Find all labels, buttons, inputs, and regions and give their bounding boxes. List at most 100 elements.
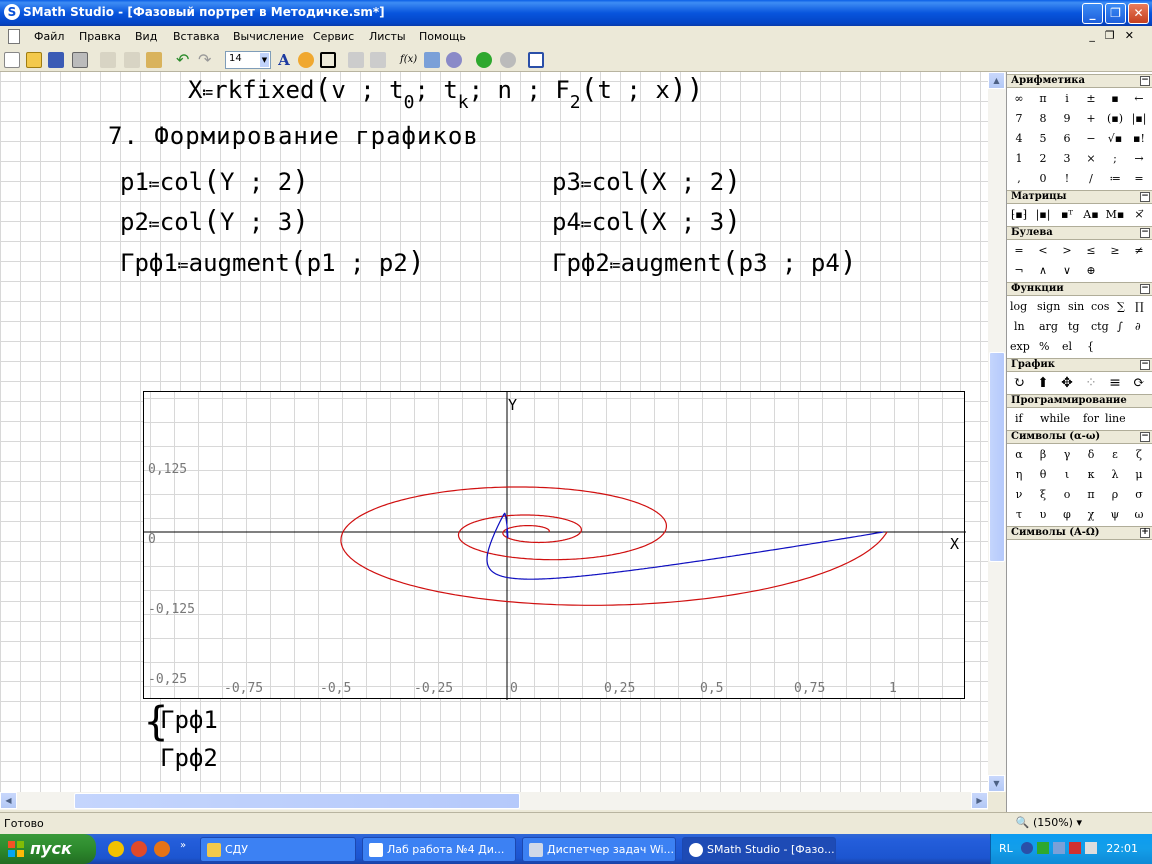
greek-key-21[interactable]: χ <box>1079 505 1103 525</box>
arith-key-11[interactable]: |▪| <box>1127 109 1151 129</box>
sum-icon[interactable]: ∑ <box>1117 297 1125 317</box>
tray-icon[interactable] <box>1037 842 1049 854</box>
greek-key-3[interactable]: δ <box>1079 445 1103 465</box>
palette-icon[interactable] <box>298 52 314 68</box>
scroll-up-icon[interactable]: ▲ <box>988 72 1005 89</box>
arith-key-14[interactable]: 6 <box>1055 129 1079 149</box>
paste-icon[interactable] <box>146 52 162 68</box>
bool-key-0[interactable]: = <box>1007 241 1031 261</box>
task-manager[interactable]: Диспетчер задач Wi... <box>522 837 676 862</box>
plot-item-graph2[interactable]: Грф2 <box>160 744 218 772</box>
panel-header-arithmetic[interactable]: Арифметика − <box>1007 74 1152 88</box>
menu-insert[interactable]: Вставка <box>173 30 220 43</box>
copy-icon[interactable] <box>124 52 140 68</box>
stop-icon[interactable] <box>500 52 516 68</box>
points-icon[interactable]: ⁘ <box>1079 373 1103 393</box>
arith-key-27[interactable]: / <box>1079 169 1103 189</box>
collapse-icon[interactable]: − <box>1140 360 1150 370</box>
func-tg[interactable]: tg <box>1068 317 1079 337</box>
document-window-controls[interactable]: _❐✕ <box>1089 29 1144 42</box>
undo-icon[interactable]: ↶ <box>176 52 192 68</box>
arith-key-4[interactable]: ▪ <box>1103 89 1127 109</box>
greek-key-19[interactable]: υ <box>1031 505 1055 525</box>
print-icon[interactable] <box>72 52 88 68</box>
align-icon[interactable] <box>348 52 364 68</box>
pan-icon[interactable]: ✥ <box>1055 373 1079 393</box>
panel-header-plot[interactable]: График − <box>1007 358 1152 372</box>
integral-icon[interactable]: ∫ <box>1117 317 1123 337</box>
document-icon[interactable] <box>8 29 20 44</box>
definition-graph1[interactable]: Грф1≔augment(p1 ; p2) <box>120 245 425 278</box>
func-el[interactable]: el <box>1062 337 1072 357</box>
menu-file[interactable]: Файл <box>34 30 64 43</box>
definition-p1[interactable]: p1≔col(Y ; 2) <box>120 164 309 197</box>
greek-key-1[interactable]: β <box>1031 445 1055 465</box>
arith-key-7[interactable]: 8 <box>1031 109 1055 129</box>
prog-for[interactable]: for <box>1083 409 1099 429</box>
derivative-icon[interactable]: ∂ <box>1135 317 1141 337</box>
func-cos[interactable]: cos <box>1091 297 1109 317</box>
panel-header-programming[interactable]: Программирование <box>1007 394 1152 408</box>
border-icon[interactable] <box>320 52 336 68</box>
arith-key-17[interactable]: ▪! <box>1127 129 1151 149</box>
arith-key-23[interactable]: → <box>1127 149 1151 169</box>
firefox-icon[interactable] <box>154 841 170 857</box>
definition-p4[interactable]: p4≔col(X ; 3) <box>552 204 741 237</box>
greek-key-2[interactable]: γ <box>1055 445 1079 465</box>
determinant-icon[interactable]: |▪| <box>1031 205 1055 225</box>
arith-key-22[interactable]: ; <box>1103 149 1127 169</box>
collapse-icon[interactable]: − <box>1140 76 1150 86</box>
element-icon[interactable]: M▪ <box>1103 205 1127 225</box>
redo-icon[interactable]: ↷ <box>198 52 214 68</box>
prog-while[interactable]: while <box>1040 409 1070 429</box>
arith-key-8[interactable]: 9 <box>1055 109 1079 129</box>
greek-key-5[interactable]: ζ <box>1127 445 1151 465</box>
rotate-icon[interactable]: ↻ <box>1007 373 1031 393</box>
arith-key-12[interactable]: 4 <box>1007 129 1031 149</box>
menu-edit[interactable]: Правка <box>79 30 121 43</box>
phase-portrait-plot[interactable]: 0,125 0 -0,125 -0,25 -0,75 -0,5 -0,25 0 … <box>143 391 966 700</box>
arith-key-10[interactable]: (▪) <box>1103 109 1127 129</box>
maximize-button[interactable]: ❐ <box>1105 3 1126 24</box>
rkfixed-definition[interactable]: X≔rkfixed(v ; t0; tk; n ; F2(t ; x)) <box>188 72 703 113</box>
start-button[interactable]: пуск <box>0 834 96 864</box>
greek-key-4[interactable]: ε <box>1103 445 1127 465</box>
save-icon[interactable] <box>48 52 64 68</box>
panel-header-greek-lower[interactable]: Символы (α-ω) − <box>1007 430 1152 444</box>
arith-key-2[interactable]: i <box>1055 89 1079 109</box>
arith-key-13[interactable]: 5 <box>1031 129 1055 149</box>
scroll-right-icon[interactable]: ▶ <box>971 792 988 809</box>
arith-key-9[interactable]: + <box>1079 109 1103 129</box>
arith-key-6[interactable]: 7 <box>1007 109 1031 129</box>
product-icon[interactable]: ∏ <box>1135 297 1144 317</box>
scroll-down-icon[interactable]: ▼ <box>988 775 1005 792</box>
greek-key-0[interactable]: α <box>1007 445 1031 465</box>
collapse-icon[interactable]: − <box>1140 192 1150 202</box>
greek-key-11[interactable]: μ <box>1127 465 1151 485</box>
func-ctg[interactable]: ctg <box>1091 317 1109 337</box>
horizontal-scrollbar[interactable]: ◀ ▶ <box>0 792 988 810</box>
arith-key-16[interactable]: √▪ <box>1103 129 1127 149</box>
chevron-down-icon[interactable]: ▼ <box>260 53 269 67</box>
text-style-icon[interactable]: A <box>276 52 292 68</box>
piecewise-icon[interactable]: { <box>1087 337 1094 357</box>
arith-key-19[interactable]: 2 <box>1031 149 1055 169</box>
task-lab-work[interactable]: Лаб работа №4 Ди... <box>362 837 516 862</box>
lines-icon[interactable]: ≡ <box>1103 373 1127 393</box>
arith-key-26[interactable]: ! <box>1055 169 1079 189</box>
arith-key-0[interactable]: ∞ <box>1007 89 1031 109</box>
inverse-icon[interactable]: ▪ᵀ <box>1055 205 1079 225</box>
bool-key-8[interactable]: ∨ <box>1055 261 1079 281</box>
greek-key-8[interactable]: ι <box>1055 465 1079 485</box>
horizontal-scroll-thumb[interactable] <box>74 793 520 809</box>
units-icon[interactable] <box>424 52 440 68</box>
volume-icon[interactable] <box>1085 842 1097 854</box>
menu-view[interactable]: Вид <box>135 30 157 43</box>
move-up-icon[interactable]: ⬆ <box>1031 373 1055 393</box>
new-file-icon[interactable] <box>4 52 20 68</box>
panel-toggle-icon[interactable] <box>528 52 544 68</box>
greek-key-7[interactable]: θ <box>1031 465 1055 485</box>
dynamic-assistance-icon[interactable] <box>446 52 462 68</box>
func-sin[interactable]: sin <box>1068 297 1084 317</box>
panel-header-functions[interactable]: Функции − <box>1007 282 1152 296</box>
